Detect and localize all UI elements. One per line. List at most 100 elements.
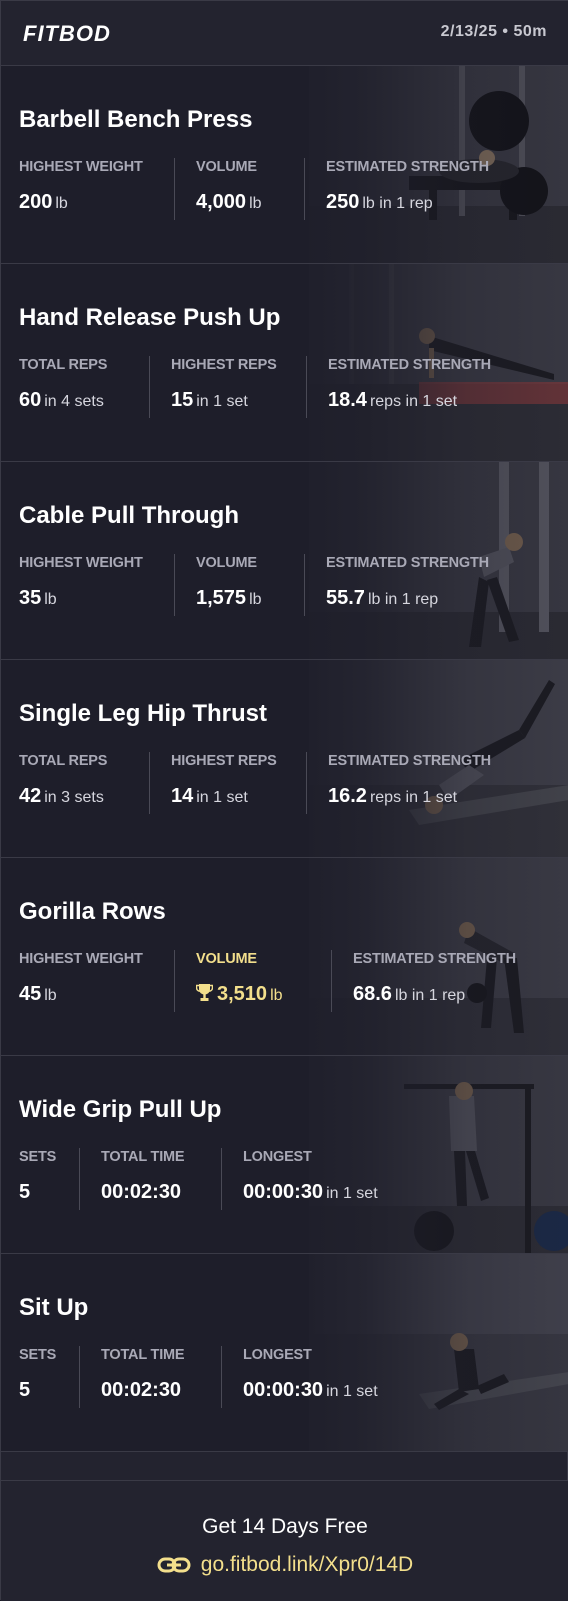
stat-value: 4,000 — [196, 191, 247, 213]
stat-label: TOTAL REPS — [19, 753, 108, 769]
stat-divider — [221, 1148, 222, 1210]
stat-value: 14 — [171, 785, 194, 807]
stat-unit: in 1 set — [196, 393, 248, 410]
stat-unit: lb — [44, 591, 57, 608]
stat-label: LONGEST — [243, 1149, 312, 1165]
stat-value: 250 — [326, 191, 360, 213]
exercise-card[interactable]: Barbell Bench Press HIGHEST WEIGHT 200 lb… — [1, 66, 568, 264]
stat-label: ESTIMATED STRENGTH — [353, 951, 516, 967]
stat-total-time: TOTAL TIME 00:02:30 — [101, 1149, 185, 1204]
exercise-card[interactable]: Single Leg Hip Thrust TOTAL REPS 42 in 3 … — [1, 660, 568, 858]
stat-divider — [79, 1148, 80, 1210]
stat-label: SETS — [19, 1149, 57, 1165]
stat-value: 200 — [19, 191, 53, 213]
stat-divider — [174, 158, 175, 220]
stat-value: 35 — [19, 587, 42, 609]
stat-sets: SETS 5 — [19, 1149, 56, 1204]
stat-label: HIGHEST WEIGHT — [19, 951, 143, 967]
footer: Get 14 Days Free go.fitbod.link/Xpr0/14D — [1, 1480, 568, 1601]
stat-unit: lb — [44, 987, 57, 1004]
stat-value: 15 — [171, 389, 194, 411]
stat-volume: VOLUME 1,575 lb — [196, 555, 262, 610]
stat-divider — [174, 950, 175, 1012]
exercise-card[interactable]: Hand Release Push Up TOTAL REPS 60 in 4 s… — [1, 264, 568, 462]
stat-unit: lb in 1 rep — [394, 987, 466, 1004]
stat-divider — [149, 752, 150, 814]
stat-label: ESTIMATED STRENGTH — [328, 753, 491, 769]
stat-volume-record: VOLUME 3,510 lb — [195, 951, 283, 1007]
stat-label: HIGHEST REPS — [171, 357, 277, 373]
stat-unit: in 1 set — [326, 1185, 378, 1202]
stat-label: TOTAL TIME — [101, 1149, 185, 1165]
free-trial-cta[interactable]: Get 14 Days Free — [1, 1515, 568, 1539]
stat-value: 00:00:30 — [243, 1181, 324, 1203]
exercise-card[interactable]: Wide Grip Pull Up SETS 5 TOTAL TIME 00:0… — [1, 1056, 568, 1254]
stat-longest: LONGEST 00:00:30 in 1 set — [243, 1347, 378, 1402]
stat-label: HIGHEST WEIGHT — [19, 555, 143, 571]
stat-value: 3,510 — [217, 983, 268, 1005]
stat-divider — [221, 1346, 222, 1408]
stat-value: 00:00:30 — [243, 1379, 324, 1401]
stat-value: 68.6 — [353, 983, 392, 1005]
stat-divider — [306, 752, 307, 814]
stat-unit: in 1 set — [326, 1383, 378, 1400]
stat-divider — [174, 554, 175, 616]
fitbod-logo: FITBOD — [23, 21, 111, 46]
stat-value: 55.7 — [326, 587, 365, 609]
stat-label: TOTAL TIME — [101, 1347, 185, 1363]
stat-estimated-strength: ESTIMATED STRENGTH 16.2 reps in 1 set — [328, 753, 491, 808]
stat-unit: in 1 set — [196, 789, 248, 806]
stat-highest-reps: HIGHEST REPS 15 in 1 set — [171, 357, 277, 412]
download-link-text[interactable]: go.fitbod.link/Xpr0/14D — [201, 1553, 413, 1576]
stat-highest-weight: HIGHEST WEIGHT 45 lb — [19, 951, 143, 1006]
stat-highest-reps: HIGHEST REPS 14 in 1 set — [171, 753, 277, 808]
stat-estimated-strength: ESTIMATED STRENGTH 250 lb in 1 rep — [326, 159, 489, 214]
stat-unit: lb — [249, 591, 262, 608]
stat-label: SETS — [19, 1347, 57, 1363]
stat-label: TOTAL REPS — [19, 357, 108, 373]
workout-date-duration: 2/13/25 • 50m — [440, 23, 547, 40]
stat-highest-weight: HIGHEST WEIGHT 200 lb — [19, 159, 143, 214]
stat-unit: lb in 1 rep — [367, 591, 439, 608]
stat-longest: LONGEST 00:00:30 in 1 set — [243, 1149, 378, 1204]
exercise-card[interactable]: Sit Up SETS 5 TOTAL TIME 00:02:30 LONGES… — [1, 1254, 568, 1452]
exercise-title: Wide Grip Pull Up — [19, 1096, 222, 1123]
stat-label: VOLUME — [196, 555, 257, 571]
stat-value: 45 — [19, 983, 42, 1005]
stat-unit: lb — [270, 987, 283, 1004]
exercise-title: Cable Pull Through — [19, 502, 239, 529]
stat-value: 00:02:30 — [101, 1181, 182, 1203]
workout-summary: FITBOD 2/13/25 • 50m Barbell Bench Press… — [0, 0, 568, 1601]
exercise-card[interactable]: Cable Pull Through HIGHEST WEIGHT 35 lb V… — [1, 462, 568, 660]
stat-value: 5 — [19, 1181, 31, 1203]
stat-value: 16.2 — [328, 785, 367, 807]
stat-unit: lb in 1 rep — [362, 195, 433, 212]
stat-value: 60 — [19, 389, 42, 411]
exercise-title: Single Leg Hip Thrust — [19, 700, 268, 727]
header: FITBOD 2/13/25 • 50m — [1, 1, 568, 66]
stat-estimated-strength: ESTIMATED STRENGTH 55.7 lb in 1 rep — [326, 555, 489, 610]
exercise-card[interactable]: Gorilla Rows HIGHEST WEIGHT 45 lb VOLUME … — [1, 858, 568, 1056]
stat-unit: lb — [249, 195, 262, 212]
stat-unit: in 3 sets — [44, 789, 104, 806]
stat-divider — [304, 554, 305, 616]
stat-unit: in 4 sets — [44, 393, 104, 410]
trophy-icon — [195, 983, 214, 1007]
stat-sets: SETS 5 — [19, 1347, 56, 1402]
stat-label: HIGHEST WEIGHT — [19, 159, 143, 175]
exercise-title: Barbell Bench Press — [19, 106, 253, 133]
stat-total-time: TOTAL TIME 00:02:30 — [101, 1347, 185, 1402]
exercise-title: Hand Release Push Up — [19, 304, 281, 331]
stat-volume: VOLUME 4,000 lb — [196, 159, 262, 214]
stat-value: 42 — [19, 785, 42, 807]
stat-divider — [304, 158, 305, 220]
exercise-title: Gorilla Rows — [19, 898, 166, 925]
stat-value: 00:02:30 — [101, 1379, 182, 1401]
stat-total-reps: TOTAL REPS 42 in 3 sets — [19, 753, 107, 808]
stat-estimated-strength: ESTIMATED STRENGTH 68.6 lb in 1 rep — [353, 951, 516, 1006]
stat-divider — [149, 356, 150, 418]
stat-divider — [79, 1346, 80, 1408]
stat-unit: reps in 1 set — [369, 789, 458, 806]
stat-divider — [306, 356, 307, 418]
download-link[interactable]: go.fitbod.link/Xpr0/14D — [1, 1553, 568, 1580]
